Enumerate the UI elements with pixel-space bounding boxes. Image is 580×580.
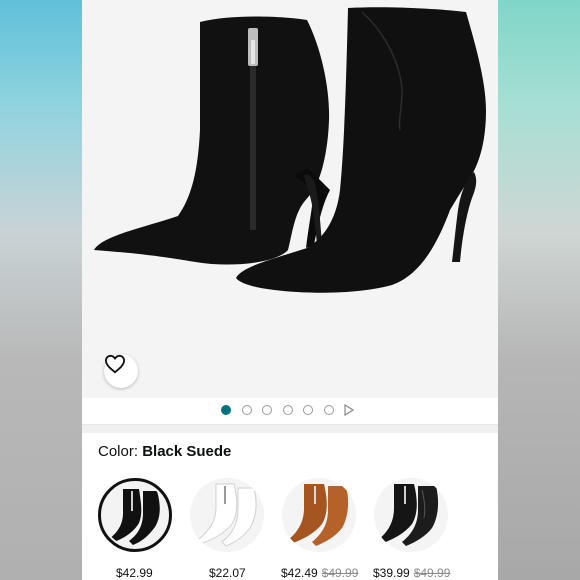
- swatch-price-4: $39.99 $49.99: [373, 566, 450, 580]
- swatch-price-2: $22.07: [209, 566, 246, 580]
- carousel-dot-6[interactable]: [324, 405, 334, 415]
- carousel-dot-5[interactable]: [303, 405, 313, 415]
- boots-illustration: [94, 7, 486, 293]
- selected-color-value: Black Suede: [142, 443, 232, 460]
- black-suede-boot-thumbnail: [103, 483, 167, 547]
- carousel-dot-3[interactable]: [262, 405, 272, 415]
- price-current: $39.99: [373, 566, 410, 580]
- white-boot-thumbnail: [190, 478, 264, 552]
- carousel-dot-2[interactable]: [242, 405, 252, 415]
- carousel-dot-1[interactable]: [221, 405, 231, 415]
- favorite-button[interactable]: [104, 354, 138, 388]
- color-swatch-brown[interactable]: [282, 478, 356, 552]
- price-original: $49.99: [413, 566, 451, 580]
- brown-boot-thumbnail: [282, 478, 356, 552]
- blurred-background-right: [498, 0, 580, 580]
- price-original: $49.99: [321, 566, 359, 580]
- carousel-dot-4[interactable]: [283, 405, 293, 415]
- black-leather-boot-thumbnail: [374, 478, 448, 552]
- heart-outline-icon: [104, 354, 126, 374]
- swatch-price-1: $42.99: [116, 566, 153, 580]
- play-triangle-icon[interactable]: [344, 404, 354, 416]
- image-carousel-indicator: [82, 398, 498, 425]
- product-detail-panel: Color: Black Suede $42.99 $22.07 $42.49 …: [82, 0, 498, 580]
- blurred-background-left: [0, 0, 82, 580]
- price-current: $42.49: [281, 566, 318, 580]
- price-current: $22.07: [209, 566, 246, 580]
- color-label: Color:: [98, 443, 143, 460]
- color-swatch-white[interactable]: [190, 478, 264, 552]
- color-swatch-black-suede[interactable]: [98, 478, 172, 552]
- swatch-price-3: $42.49 $49.99: [281, 566, 358, 580]
- color-label-row: Color: Black Suede: [98, 443, 231, 460]
- product-image[interactable]: [82, 0, 498, 398]
- price-current: $42.99: [116, 566, 153, 580]
- color-swatch-black-leather[interactable]: [374, 478, 448, 552]
- section-divider: [82, 425, 498, 433]
